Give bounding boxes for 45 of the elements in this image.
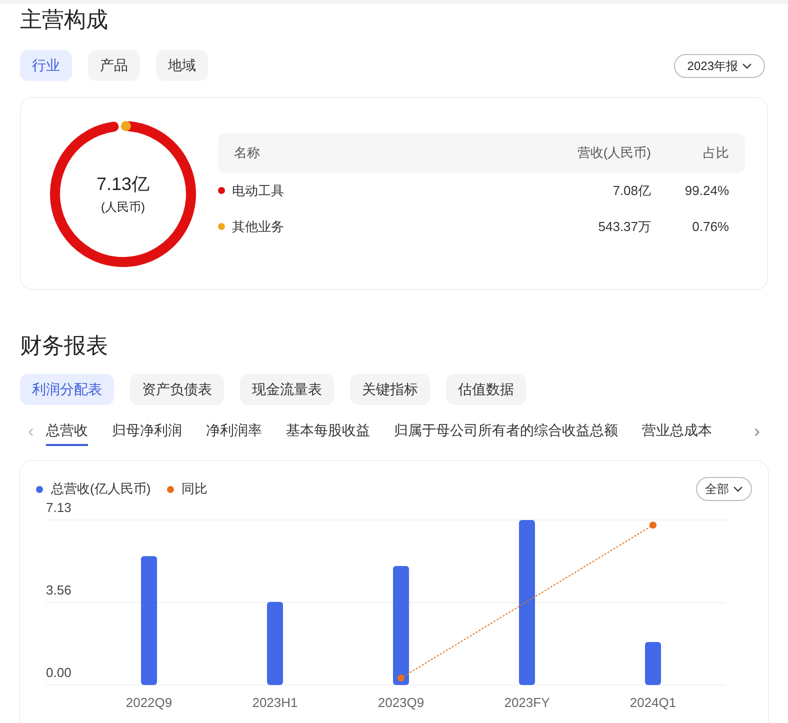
tab[interactable]: 现金流量表	[240, 374, 334, 405]
axis-label: 2024Q1	[630, 695, 676, 710]
table-cell-text: 电动工具	[232, 182, 285, 200]
tab[interactable]: 利润分配表	[20, 374, 114, 405]
unit-label: (人民币)	[101, 199, 145, 216]
column-header: 名称	[234, 144, 261, 162]
table-cell-text: 其他业务	[232, 218, 285, 236]
tab[interactable]: 估值数据	[446, 374, 526, 405]
data-point	[650, 522, 656, 529]
tab[interactable]: 关键指标	[350, 374, 430, 405]
metric-tab[interactable]: 基本每股收益	[286, 416, 370, 446]
table-cell-text: 7.08亿	[612, 182, 651, 200]
column-header: 占比	[702, 144, 729, 162]
tab[interactable]: 地域	[156, 50, 208, 81]
table-cell-text: 99.24%	[684, 182, 729, 200]
axis-label: 3.56	[46, 582, 72, 598]
axis-label: 2023Q9	[378, 695, 424, 710]
tab[interactable]: 资产负债表	[130, 374, 224, 405]
data-point	[398, 674, 404, 682]
metric-tab[interactable]: 净利润率	[206, 416, 262, 446]
axis-label: 2023H1	[252, 695, 298, 710]
section-title: 财务报表	[20, 332, 109, 360]
chevron-down-icon	[733, 486, 743, 492]
legend-label: 同比	[182, 480, 208, 498]
legend-label: 总营收(亿人民币)	[51, 480, 151, 498]
period-dropdown[interactable]: 2023年报	[674, 54, 765, 78]
axis-label: 7.13	[46, 500, 72, 515]
tab[interactable]: 产品	[88, 50, 140, 81]
range-dropdown[interactable]: 全部	[696, 477, 752, 501]
scroll-right-button[interactable]: ›	[746, 418, 768, 444]
axis-label: 2022Q9	[126, 695, 172, 710]
metric-tab[interactable]: 归母净利润	[112, 416, 182, 446]
metric-tab[interactable]: 归属于母公司所有者的综合收益总额	[394, 416, 618, 446]
axis-label: 2023FY	[504, 695, 550, 710]
metric-tab[interactable]: 总营收	[46, 416, 88, 446]
axis-label: 0.00	[46, 665, 72, 680]
bar	[645, 642, 661, 685]
section-title: 主营构成	[20, 6, 109, 34]
tab[interactable]: 行业	[20, 50, 72, 81]
column-header: 营收(人民币)	[576, 144, 651, 162]
table-cell-text: 0.76%	[691, 218, 729, 236]
chevron-down-icon	[742, 62, 752, 68]
total-value: 7.13亿	[96, 173, 150, 196]
metric-tab[interactable]: 营业总成本	[642, 416, 712, 446]
table-cell-text: 543.37万	[597, 218, 651, 236]
